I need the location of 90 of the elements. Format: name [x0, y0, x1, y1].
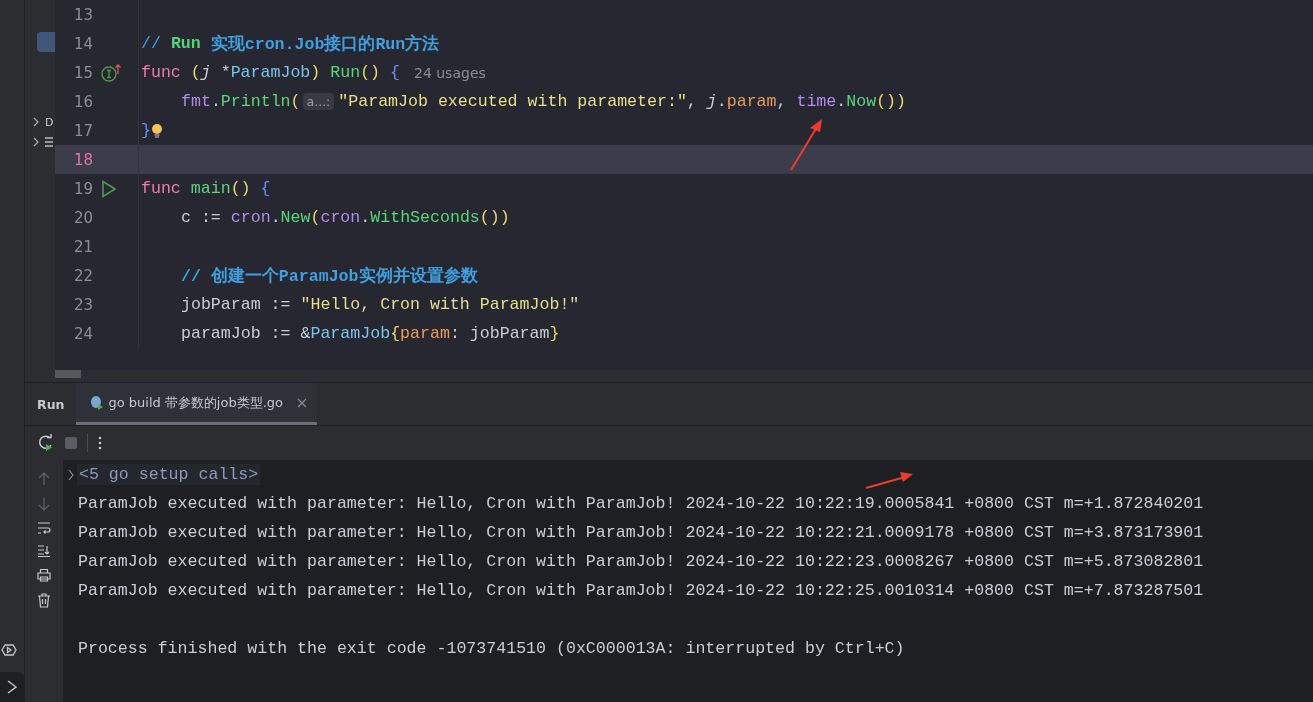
code-token: ParamJob: [310, 324, 391, 343]
code-token: 实现cron.Job接口的Run方法: [209, 33, 440, 55]
code-token: c :=: [181, 208, 221, 227]
folded-calls[interactable]: <5 go setup calls>: [77, 464, 261, 485]
code-token: fmt: [181, 92, 211, 111]
services-icon[interactable]: [1, 644, 17, 656]
code-token: main: [189, 179, 231, 198]
code-token: .: [270, 208, 281, 227]
code-token: j: [705, 92, 717, 111]
code-token: //: [141, 34, 161, 53]
code-token: *: [219, 63, 231, 82]
rerun-icon[interactable]: [37, 434, 55, 452]
code-token: {: [259, 179, 271, 198]
usages-hint[interactable]: 24 usages: [414, 64, 486, 81]
code-token: cron: [229, 208, 271, 227]
soft-wrap-icon[interactable]: [37, 522, 51, 534]
more-icon[interactable]: [98, 436, 102, 450]
code-token: Println: [220, 92, 291, 111]
code-token: jobParam :=: [181, 295, 291, 314]
code-token: ParamJob: [230, 63, 311, 82]
code-token: "Hello, Cron with ParamJob!": [299, 295, 580, 314]
code-token: param: [726, 92, 777, 111]
expand-icon[interactable]: [68, 468, 74, 481]
exit-message: Process finished with the exit code -1073741510 (0xC000013A: interrupted by Ctrl+C): [78, 639, 905, 658]
parameter-hint: a...:: [302, 93, 335, 110]
line-number: 23: [72, 295, 93, 314]
code-token: Run: [329, 63, 361, 82]
code-token: paramJob := &: [181, 324, 311, 343]
code-token: ): [310, 63, 321, 82]
file-icon[interactable]: [45, 137, 53, 147]
code-token: New: [280, 208, 311, 227]
code-token: cron: [320, 208, 361, 227]
code-token: .: [210, 92, 221, 111]
code-token: }: [141, 121, 151, 140]
tree-item[interactable]: D: [45, 115, 54, 129]
code-token: j: [200, 63, 211, 82]
terminal-icon: [7, 680, 17, 694]
annotation-arrow: [865, 472, 913, 489]
panel-title: Run: [36, 395, 66, 414]
code-token: (: [310, 208, 321, 227]
code-token: ,: [686, 92, 697, 111]
run-icon[interactable]: [101, 179, 117, 198]
code-token: {: [389, 63, 400, 82]
code-token: WithSeconds: [370, 208, 480, 227]
console-output: ParamJob executed with parameter: Hello, Cron with ParamJob! 2024-10-22 10:22:21.0009178 +0800 CST m=+3.873173901: [78, 523, 1204, 542]
implements-icon[interactable]: [101, 63, 123, 82]
line-number: 14: [72, 34, 93, 53]
line-number: 24: [72, 324, 93, 343]
console-output: ParamJob executed with parameter: Hello, Cron with ParamJob! 2024-10-22 10:22:25.0010314 +0800 CST m=+7.873287501: [78, 581, 1204, 600]
code-token: "ParamJob executed with parameter:": [338, 92, 687, 111]
annotation-arrow: [790, 119, 822, 171]
line-number: 18: [72, 150, 93, 169]
code-token: time: [795, 92, 837, 111]
line-number: 21: [72, 237, 93, 256]
code-token: // 创建一个ParamJob实例并设置参数: [181, 265, 478, 287]
code-token: func: [141, 179, 181, 198]
line-number: 17: [72, 121, 93, 140]
code-token: .: [716, 92, 727, 111]
code-token: Run: [169, 34, 201, 53]
code-token: func: [141, 63, 181, 82]
code-token: {: [390, 324, 401, 343]
scroll-to-end-icon[interactable]: [37, 545, 51, 557]
code-token: ()): [876, 92, 906, 111]
code-token: ,: [776, 92, 787, 111]
bulb-icon[interactable]: [150, 123, 163, 138]
code-token: : jobParam: [449, 324, 550, 343]
print-icon[interactable]: [37, 568, 51, 582]
code-token: }: [549, 324, 560, 343]
run-tab[interactable]: go build 带参数的job类型.go: [76, 383, 318, 425]
delete-icon[interactable]: [37, 593, 51, 608]
line-number: 20: [72, 208, 93, 227]
console-output: ParamJob executed with parameter: Hello, Cron with ParamJob! 2024-10-22 10:22:19.0005841 +0800 CST m=+1.872840201: [78, 494, 1204, 513]
line-number: 22: [72, 266, 93, 285]
scrollbar-thumb[interactable]: [55, 370, 81, 378]
close-icon[interactable]: [297, 397, 308, 408]
line-number: 15: [72, 63, 93, 82]
code-token: ()): [479, 208, 510, 227]
code-token: (: [189, 63, 201, 82]
line-number: 13: [72, 5, 93, 24]
terminal-button[interactable]: [0, 672, 24, 702]
code-token: Now: [846, 92, 877, 111]
code-token: (): [230, 179, 251, 198]
console-output: ParamJob executed with parameter: Hello, Cron with ParamJob! 2024-10-22 10:22:23.0008267 +0800 CST m=+5.873082801: [78, 552, 1204, 571]
code-token: (): [360, 63, 381, 82]
code-token: param: [400, 324, 450, 343]
code-token: .: [836, 92, 847, 111]
line-number: 16: [72, 92, 93, 111]
line-number: 19: [72, 179, 93, 198]
code-token: .: [360, 208, 371, 227]
code-token: (: [290, 92, 301, 111]
